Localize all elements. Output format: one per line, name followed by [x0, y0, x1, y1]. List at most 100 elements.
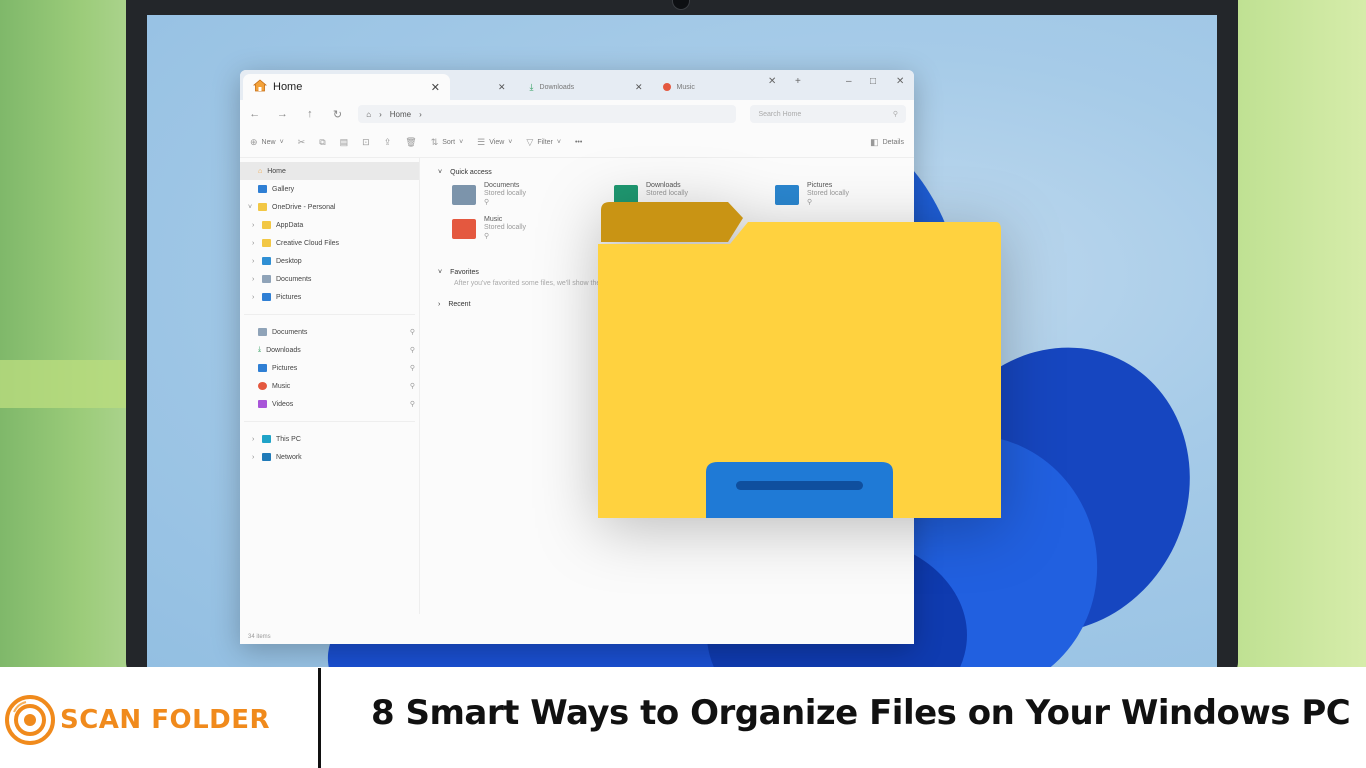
article-headline: 8 Smart Ways to Organize Files on Your W… — [371, 693, 1351, 733]
sidebar-item-documents[interactable]: › Documents — [240, 270, 419, 288]
background-photo: Home ✕ ✕ ⤓ Downloads ✕ Music ✕ + – □ ✕ ← — [0, 0, 1366, 667]
pin-icon: ⚲ — [484, 199, 490, 206]
paste-icon[interactable]: ▤ — [340, 137, 349, 148]
sidebar-item-this-pc[interactable]: › This PC — [240, 430, 419, 448]
pin-icon: ⚲ — [409, 383, 415, 390]
close-tab-icon[interactable]: ✕ — [768, 76, 776, 87]
cut-icon[interactable]: ✂ — [298, 137, 306, 148]
sidebar-item-creative-cloud[interactable]: › Creative Cloud Files — [240, 234, 419, 252]
pin-icon: ⚲ — [409, 401, 415, 408]
title-bar: Home ✕ ✕ ⤓ Downloads ✕ Music ✕ + – □ ✕ — [240, 70, 914, 100]
picture-icon — [258, 364, 267, 372]
video-icon — [258, 400, 267, 408]
new-tab-icon[interactable]: + — [795, 76, 801, 87]
download-icon: ⤓ — [258, 346, 262, 353]
picture-icon — [262, 293, 271, 301]
sidebar-item-pinned-documents[interactable]: Documents ⚲ — [240, 323, 419, 341]
navigation-pane: ⌂ Home Gallery ˅ OneDrive - Personal › AppD… — [240, 158, 420, 614]
chevron-down-icon: ˅ — [459, 139, 464, 146]
plus-circle-icon: ⊕ — [250, 137, 258, 147]
filter-button[interactable]: ▽ Filter ˅ — [526, 137, 561, 148]
sidebar-item-pictures[interactable]: › Pictures — [240, 288, 419, 306]
pin-icon: ⚲ — [484, 233, 490, 240]
new-button[interactable]: ⊕ New ˅ — [250, 137, 284, 148]
view-button[interactable]: ☰ View ˅ — [477, 137, 512, 148]
home-icon: ⌂ — [258, 167, 263, 175]
sidebar-item-desktop[interactable]: › Desktop — [240, 252, 419, 270]
chevron-down-icon: ˅ — [438, 168, 443, 176]
refresh-icon[interactable]: ↻ — [331, 108, 345, 121]
sidebar-item-pinned-downloads[interactable]: ⤓ Downloads ⚲ — [240, 341, 419, 359]
tab-home[interactable]: Home ✕ — [243, 74, 450, 100]
address-bar[interactable]: ⌂ › Home › — [358, 105, 737, 123]
chevron-right-icon: › — [252, 435, 255, 443]
filter-icon: ▽ — [526, 137, 534, 147]
chevron-right-icon: › — [252, 239, 255, 247]
sidebar-item-gallery[interactable]: Gallery — [240, 180, 419, 198]
breadcrumb-separator-icon: › — [379, 109, 382, 119]
chevron-down-icon: ˅ — [556, 139, 561, 146]
document-icon — [262, 275, 271, 283]
chevron-right-icon: › — [252, 293, 255, 301]
tab-label: Downloads — [539, 83, 575, 91]
folder-icon — [262, 221, 271, 229]
copy-icon[interactable]: ⧉ — [319, 137, 325, 148]
folder-icon — [258, 203, 267, 211]
sidebar-item-appdata[interactable]: › AppData — [240, 216, 419, 234]
more-options-button[interactable]: ••• — [575, 139, 582, 146]
quick-access-header[interactable]: ˅ Quick access — [438, 164, 914, 180]
minimize-button[interactable]: – — [846, 76, 852, 87]
pin-icon: ⚲ — [409, 347, 415, 354]
tab-downloads[interactable]: ✕ ⤓ Downloads — [498, 74, 574, 100]
divider — [244, 421, 415, 422]
close-window-button[interactable]: ✕ — [896, 76, 904, 87]
lens-icon — [5, 695, 55, 745]
maximize-button[interactable]: □ — [870, 76, 876, 87]
pin-icon: ⚲ — [409, 329, 415, 336]
chevron-right-icon: › — [252, 221, 255, 229]
rename-icon[interactable]: ⊡ — [362, 137, 370, 148]
sort-icon: ⇅ — [430, 137, 439, 147]
search-input[interactable]: Search Home ⚲ — [750, 105, 906, 123]
search-icon: ⚲ — [892, 111, 898, 118]
quick-access-item[interactable]: Documents Stored locally ⚲ — [452, 182, 526, 206]
sidebar-item-pinned-pictures[interactable]: Pictures ⚲ — [240, 359, 419, 377]
breadcrumb-separator-icon: › — [419, 109, 422, 119]
background-band — [0, 360, 130, 408]
chevron-down-icon: ˅ — [438, 268, 443, 276]
sidebar-item-pinned-music[interactable]: Music ⚲ — [240, 377, 419, 395]
music-icon — [662, 83, 671, 91]
divider — [244, 314, 415, 315]
close-tab-icon[interactable]: ✕ — [498, 82, 506, 93]
back-arrow-icon[interactable]: ← — [248, 108, 262, 120]
chevron-down-icon: ˅ — [248, 203, 253, 211]
documents-folder-icon — [452, 185, 476, 205]
tab-label: Home — [273, 81, 303, 93]
folder-icon — [262, 239, 271, 247]
share-icon[interactable]: ⇪ — [384, 137, 392, 148]
up-arrow-icon[interactable]: ↑ — [303, 108, 317, 120]
close-tab-icon[interactable]: ✕ — [635, 82, 643, 93]
forward-arrow-icon[interactable]: → — [276, 108, 290, 120]
sidebar-item-pinned-videos[interactable]: Videos ⚲ — [240, 395, 419, 413]
sort-button[interactable]: ⇅ Sort ˅ — [431, 137, 463, 148]
logo-text: SCAN FOLDER — [60, 705, 271, 735]
details-button[interactable]: ◧ Details — [870, 137, 904, 148]
delete-icon[interactable]: 🗑 — [405, 137, 416, 148]
command-bar: ⊕ New ˅ ✂ ⧉ ▤ ⊡ ⇪ 🗑 ⇅ Sort ˅ ☰ View ˅ ▽ Filter ˅… — [240, 128, 914, 158]
quick-access-item[interactable]: Music Stored locally ⚲ — [452, 216, 526, 240]
tab-music[interactable]: ✕ Music — [635, 74, 695, 100]
chevron-right-icon: › — [252, 257, 255, 265]
scan-folder-logo: SCAN FOLDER — [4, 694, 270, 746]
desktop-icon — [262, 257, 271, 265]
network-icon — [262, 453, 271, 461]
chevron-right-icon: › — [252, 453, 255, 461]
breadcrumb-home[interactable]: Home — [390, 110, 411, 119]
close-tab-icon[interactable]: ✕ — [431, 81, 440, 94]
large-folder-icon — [598, 202, 1001, 518]
sidebar-item-home[interactable]: ⌂ Home — [240, 162, 419, 180]
sidebar-item-network[interactable]: › Network — [240, 448, 419, 466]
sidebar-item-onedrive[interactable]: ˅ OneDrive - Personal — [240, 198, 419, 216]
gallery-icon — [258, 185, 267, 193]
address-bar-row: ← → ↑ ↻ ⌂ › Home › Search Home ⚲ — [240, 100, 914, 128]
